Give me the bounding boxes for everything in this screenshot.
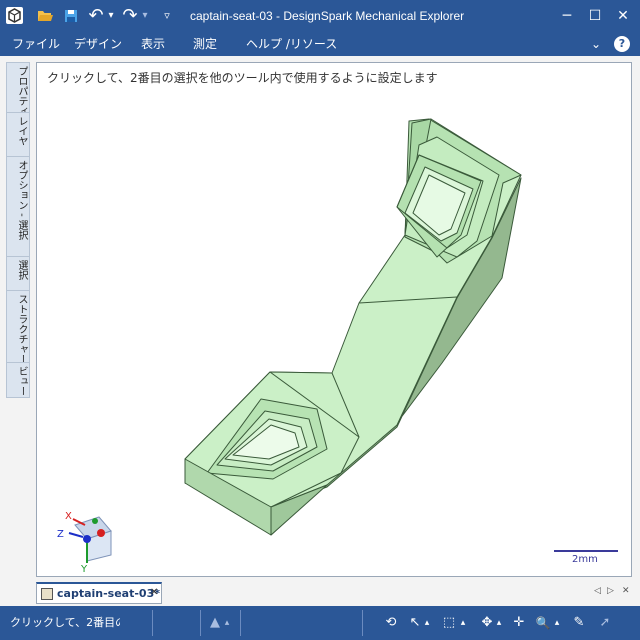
rotate-cursor-icon[interactable]: ⟲ bbox=[380, 612, 402, 634]
status-bar: クリックして、2番目の選択 ▲ ▴ ⟲ ↖ ▴ ⬚ ▴ ✥ ▴ ✛ 🔍 ▴ ✎ … bbox=[0, 606, 640, 640]
tab-structure[interactable]: ストラクチャー bbox=[7, 291, 29, 363]
status-divider bbox=[240, 610, 241, 636]
side-panel-tabs: プロパティ レイヤ オプション - 選択 選択 ストラクチャー ビュー bbox=[6, 62, 30, 398]
model-3d[interactable] bbox=[37, 63, 632, 577]
tab-layers[interactable]: レイヤ bbox=[7, 113, 29, 157]
tab-scroll-right-icon[interactable]: ▷ bbox=[607, 586, 614, 596]
box-select-icon[interactable]: ⬚ bbox=[438, 612, 460, 634]
menu-file[interactable]: ファイル bbox=[12, 32, 60, 56]
close-all-tabs-icon[interactable]: ✕ bbox=[622, 586, 630, 596]
axis-triad: X Z Y bbox=[57, 511, 112, 573]
dropdown-icon[interactable]: ▴ bbox=[458, 612, 468, 634]
menu-design[interactable]: デザイン bbox=[74, 32, 122, 56]
document-tab[interactable]: captain-seat-03* ✕ bbox=[36, 582, 162, 604]
maximize-button[interactable]: ☐ bbox=[580, 0, 610, 32]
tab-properties[interactable]: プロパティ bbox=[7, 63, 29, 113]
pencil-icon[interactable]: ✎ bbox=[568, 612, 590, 634]
redo-dropdown-icon[interactable]: ▾ bbox=[140, 6, 150, 26]
app-icon[interactable] bbox=[6, 7, 23, 24]
status-message: クリックして、2番目の選択 bbox=[10, 616, 120, 629]
close-button[interactable]: ✕ bbox=[608, 0, 638, 32]
dropdown-icon[interactable]: ▴ bbox=[222, 612, 232, 634]
document-tab-label: captain-seat-03* bbox=[57, 587, 160, 600]
minimize-button[interactable]: ─ bbox=[552, 0, 582, 32]
scale-bar bbox=[554, 550, 618, 552]
open-folder-icon[interactable] bbox=[36, 6, 54, 26]
move-icon[interactable]: ✛ bbox=[508, 612, 530, 634]
design-viewport[interactable]: クリックして、2番目の選択を他のツール内で使用するように設定します X Z Y … bbox=[36, 62, 632, 577]
dropdown-icon[interactable]: ▴ bbox=[494, 612, 504, 634]
close-tab-icon[interactable]: ✕ bbox=[150, 587, 158, 598]
tab-views[interactable]: ビュー bbox=[7, 363, 29, 397]
tab-select[interactable]: 選択 bbox=[7, 257, 29, 291]
ribbon-collapse-icon[interactable]: ⌄ bbox=[588, 32, 604, 56]
menu-bar: ファイル デザイン 表示 測定 ヘルプ /リソース ⌄ ? bbox=[0, 32, 640, 56]
save-icon[interactable] bbox=[62, 6, 80, 26]
title-bar: ↶ ▾ ↷ ▾ ▿ captain-seat-03 - DesignSpark … bbox=[0, 0, 640, 32]
undo-icon[interactable]: ↶ bbox=[86, 6, 106, 26]
document-icon bbox=[41, 588, 53, 600]
status-divider bbox=[200, 610, 201, 636]
help-icon[interactable]: ? bbox=[614, 36, 630, 52]
menu-view[interactable]: 表示 bbox=[141, 32, 165, 56]
status-divider bbox=[152, 610, 153, 636]
status-divider bbox=[362, 610, 363, 636]
axis-z-label: Z bbox=[57, 529, 64, 540]
tab-select-options[interactable]: オプション - 選択 bbox=[7, 157, 29, 257]
redo-icon[interactable]: ↷ bbox=[120, 6, 140, 26]
axis-y-label: Y bbox=[80, 564, 88, 573]
dropdown-icon[interactable]: ▴ bbox=[422, 612, 432, 634]
customize-icon[interactable]: ▿ bbox=[160, 6, 174, 26]
zoom-icon[interactable]: 🔍 bbox=[532, 612, 554, 634]
scale-label: 2mm bbox=[572, 554, 598, 565]
window-title: captain-seat-03 - DesignSpark Mechanical… bbox=[190, 9, 465, 23]
dropdown-icon[interactable]: ▴ bbox=[552, 612, 562, 634]
tab-scroll-left-icon[interactable]: ◁ bbox=[594, 586, 601, 596]
document-tab-bar: captain-seat-03* ✕ ◁ ▷ ✕ bbox=[0, 581, 640, 606]
axis-x-label: X bbox=[65, 511, 72, 522]
menu-measure[interactable]: 測定 bbox=[193, 32, 217, 56]
menu-help[interactable]: ヘルプ /リソース bbox=[246, 32, 337, 56]
main-area: プロパティ レイヤ オプション - 選択 選択 ストラクチャー ビュー クリック… bbox=[0, 56, 640, 606]
undo-dropdown-icon[interactable]: ▾ bbox=[106, 6, 116, 26]
arrow-icon[interactable]: ➚ bbox=[594, 612, 616, 634]
